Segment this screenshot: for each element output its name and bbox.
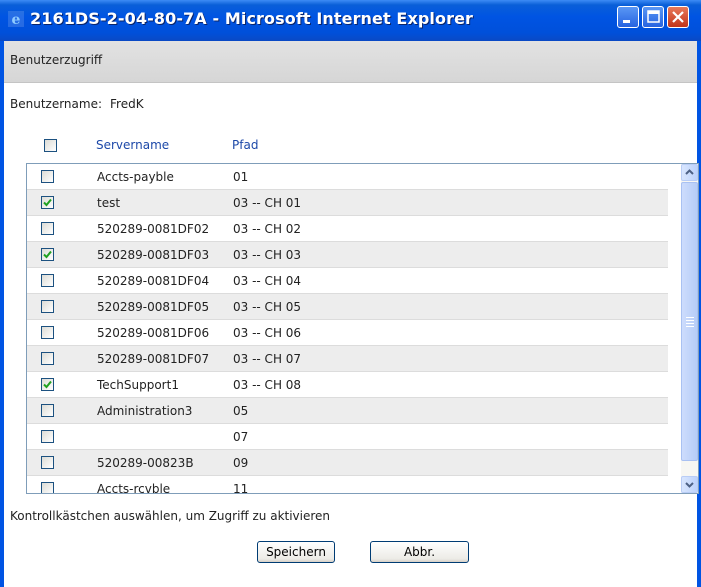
checkmark-icon [43,250,52,259]
scroll-up-icon [685,169,694,175]
row-checkbox[interactable] [41,248,54,261]
pfad-cell: 11 [233,482,249,494]
scroll-up-button[interactable] [681,164,698,181]
pfad-cell: 03 -- CH 01 [233,196,302,210]
servername-cell: 520289-0081DF05 [97,300,210,314]
save-button[interactable]: Speichern [257,541,335,563]
pfad-cell: 05 [233,404,249,418]
servername-cell: Accts-rcvble [97,482,171,494]
username-value: FredK [110,97,144,111]
svg-text:e: e [12,12,21,27]
table-row[interactable]: 520289-0081DF04 03 -- CH 04 [27,268,668,294]
column-header-pfad[interactable]: Pfad [232,138,258,152]
pfad-cell: 01 [233,170,249,184]
page-content: Benutzerzugriff Benutzername: FredK Serve… [4,41,699,587]
username-row: Benutzername: FredK [10,97,144,111]
table-row[interactable]: 520289-0081DF07 03 -- CH 07 [27,346,668,372]
servername-cell: 520289-0081DF07 [97,352,210,366]
checkmark-icon [43,380,52,389]
vertical-scrollbar[interactable] [681,164,698,493]
table-row[interactable]: Administration3 05 [27,398,668,424]
table-row[interactable]: 520289-0081DF05 03 -- CH 05 [27,294,668,320]
servername-cell: 520289-0081DF03 [97,248,210,262]
table-row[interactable]: Accts-rcvble 11 [27,476,668,494]
column-header-servername[interactable]: Servername [96,138,169,152]
scroll-thumb[interactable] [681,182,698,461]
row-checkbox[interactable] [41,326,54,339]
table-row[interactable]: Accts-payble 01 [27,164,668,190]
maximize-icon [647,10,660,23]
servername-cell: TechSupport1 [97,378,179,392]
server-list: Accts-payble 01 test 03 -- CH 01 520289-0081… [26,163,699,494]
row-checkbox[interactable] [41,300,54,313]
servername-cell: 520289-0081DF02 [97,222,210,236]
pfad-cell: 03 -- CH 08 [233,378,302,392]
row-checkbox[interactable] [41,378,54,391]
table-row[interactable]: 520289-0081DF06 03 -- CH 06 [27,320,668,346]
minimize-icon [623,20,630,23]
instruction-note: Kontrollkästchen auswählen, um Zugriff z… [10,509,331,523]
table-row[interactable]: 520289-0081DF02 03 -- CH 02 [27,216,668,242]
servername-cell: Accts-payble [97,170,174,184]
row-checkbox[interactable] [41,222,54,235]
username-label: Benutzername: [10,97,103,111]
servername-cell: Administration3 [97,404,193,418]
row-checkbox[interactable] [41,170,54,183]
pfad-cell: 03 -- CH 03 [233,248,302,262]
pfad-cell: 09 [233,456,249,470]
cancel-button[interactable]: Abbr. [370,541,469,563]
pfad-cell: 03 -- CH 02 [233,222,302,236]
servername-cell: 520289-00823B [97,456,194,470]
pfad-cell: 03 -- CH 06 [233,326,302,340]
table-row[interactable]: TechSupport1 03 -- CH 08 [27,372,668,398]
window-title: 2161DS-2-04-80-7A - Microsoft Internet E… [30,9,474,28]
scroll-down-button[interactable] [681,476,698,493]
pfad-cell: 03 -- CH 05 [233,300,302,314]
row-checkbox[interactable] [41,430,54,443]
table-row[interactable]: 520289-00823B 09 [27,450,668,476]
row-checkbox[interactable] [41,274,54,287]
close-icon [672,11,684,23]
minimize-button[interactable] [617,6,639,28]
checkmark-icon [43,198,52,207]
page-title: Benutzerzugriff [10,53,103,67]
pfad-cell: 03 -- CH 07 [233,352,302,366]
row-checkbox[interactable] [41,404,54,417]
ie-icon: e [8,11,24,28]
table-row[interactable]: 07 [27,424,668,450]
table-row[interactable]: 520289-0081DF03 03 -- CH 03 [27,242,668,268]
table-row[interactable]: test 03 -- CH 01 [27,190,668,216]
select-all-checkbox[interactable] [44,139,57,152]
close-button[interactable] [667,6,689,28]
title-bar[interactable]: e 2161DS-2-04-80-7A - Microsoft Internet… [0,0,701,41]
maximize-button[interactable] [642,6,664,28]
pfad-cell: 03 -- CH 04 [233,274,302,288]
servername-cell: 520289-0081DF04 [97,274,210,288]
row-checkbox[interactable] [41,456,54,469]
browser-window: e 2161DS-2-04-80-7A - Microsoft Internet… [0,0,701,587]
row-checkbox[interactable] [41,352,54,365]
servername-cell: test [97,196,121,210]
scroll-down-icon [685,482,694,488]
pfad-cell: 07 [233,430,249,444]
servername-cell: 520289-0081DF06 [97,326,210,340]
row-checkbox[interactable] [41,196,54,209]
header-band: Benutzerzugriff [4,41,697,83]
row-checkbox[interactable] [41,482,54,493]
